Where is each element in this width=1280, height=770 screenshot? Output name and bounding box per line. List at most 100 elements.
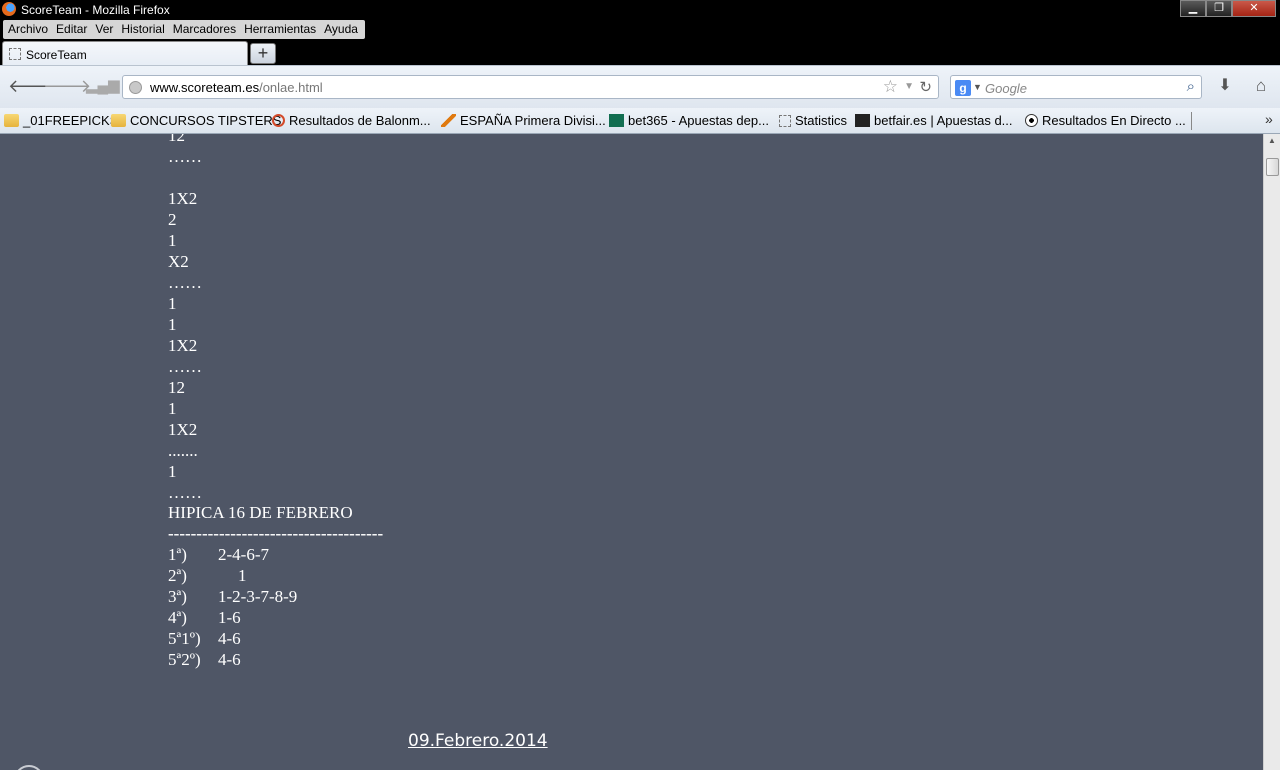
race-picks: 2-4-6-7 xyxy=(218,545,269,564)
text-line: 1 xyxy=(168,462,177,481)
date-link[interactable]: 09.Febrero.2014 xyxy=(408,731,548,751)
bookmark-label: betfair.es | Apuestas d... xyxy=(874,113,1013,128)
text-line: 1X2 xyxy=(168,336,198,355)
search-icon[interactable]: ⌕ xyxy=(1187,78,1195,95)
menu-herramientas[interactable]: Herramientas xyxy=(241,20,321,39)
race-label: 2ª) xyxy=(168,566,187,585)
bookmark-espana-primera[interactable]: ESPAÑA Primera Divisi... xyxy=(441,113,606,128)
text-line: 1 xyxy=(168,231,177,250)
downloads-icon[interactable]: ⬇ xyxy=(1215,76,1235,96)
bookmark-label: ESPAÑA Primera Divisi... xyxy=(460,113,606,128)
url-domain: www.scoreteam.es xyxy=(150,80,260,95)
window-controls: ▁ ❐ ✕ xyxy=(1180,0,1276,18)
race-picks: 4-6 xyxy=(218,629,241,648)
url-path: /onlae.html xyxy=(259,80,323,95)
search-input[interactable] xyxy=(985,79,1175,97)
menu-marcadores[interactable]: Marcadores xyxy=(170,20,241,39)
bookmark-resultados-balonmano[interactable]: Resultados de Balonm... xyxy=(272,113,431,128)
race-picks: 1-6 xyxy=(218,608,241,627)
home-icon[interactable]: ⌂ xyxy=(1251,76,1271,96)
site-icon xyxy=(441,114,456,127)
close-window-button[interactable]: ✕ xyxy=(1232,0,1276,17)
site-identity-icon[interactable] xyxy=(129,81,142,94)
engine-dropdown-icon[interactable]: ▼ xyxy=(973,82,982,92)
more-bookmarks-chevron-icon[interactable]: » xyxy=(1265,111,1273,127)
forward-arrow-icon[interactable]: 🡒 xyxy=(43,76,91,96)
menu-bar: Archivo Editar Ver Historial Marcadores … xyxy=(3,20,365,39)
menu-archivo[interactable]: Archivo xyxy=(5,20,53,39)
bookmark-concursos-tipsters[interactable]: CONCURSOS TIPSTERS xyxy=(111,113,281,128)
bookmark-label: CONCURSOS TIPSTERS xyxy=(130,113,282,128)
text-line: ....... xyxy=(168,441,198,460)
tab-scoreteam[interactable]: ScoreTeam xyxy=(2,41,248,66)
text-line: …… xyxy=(168,147,202,166)
bookmark-01freepicks[interactable]: _01FREEPICKS xyxy=(4,113,118,128)
reload-icon[interactable]: ↻ xyxy=(919,78,932,96)
menu-ayuda[interactable]: Ayuda xyxy=(321,20,363,39)
bookmark-resultados-directo[interactable]: Resultados En Directo ... xyxy=(1025,113,1186,128)
maximize-button[interactable]: ❐ xyxy=(1206,0,1232,17)
bookmark-label: Resultados En Directo ... xyxy=(1042,113,1186,128)
minimize-button[interactable]: ▁ xyxy=(1180,0,1206,17)
menu-ver[interactable]: Ver xyxy=(92,20,118,39)
hipica-title: HIPICA 16 DE FEBRERO xyxy=(168,503,353,522)
text-line: 1X2 xyxy=(168,420,198,439)
bet365-icon xyxy=(609,114,624,127)
tab-label: ScoreTeam xyxy=(26,48,87,62)
search-bar[interactable]: g ▼ ⌕ xyxy=(950,75,1202,99)
race-picks: 4-6 xyxy=(218,650,241,669)
firefox-logo-icon xyxy=(2,2,16,16)
race-label: 3ª) xyxy=(168,587,187,606)
blank-page-icon xyxy=(9,48,21,60)
bookmark-betfair[interactable]: betfair.es | Apuestas d... xyxy=(855,113,1013,128)
address-bar[interactable]: www.scoreteam.es/onlae.html ☆ ▼ ↻ xyxy=(122,75,939,99)
site-icon xyxy=(272,114,285,127)
race-label: 5ª1º) xyxy=(168,629,201,648)
menu-editar[interactable]: Editar xyxy=(53,20,92,39)
scrollbar-thumb[interactable] xyxy=(1266,158,1279,176)
menu-historial[interactable]: Historial xyxy=(118,20,169,39)
betfair-icon xyxy=(855,114,870,127)
text-line: 12 xyxy=(168,378,185,397)
window-title: ScoreTeam - Mozilla Firefox xyxy=(21,3,170,17)
bookmark-statistics[interactable]: Statistics xyxy=(779,113,847,128)
text-line: 1 xyxy=(168,294,177,313)
text-line: 12 xyxy=(168,134,185,145)
url-text[interactable]: www.scoreteam.es/onlae.html xyxy=(150,80,323,95)
race-picks: 1-2-3-7-8-9 xyxy=(218,587,298,606)
bookmark-label: _01FREEPICKS xyxy=(23,113,119,128)
race-picks: 1 xyxy=(238,566,247,585)
back-arrow-icon[interactable]: 🡐 xyxy=(8,76,56,96)
bookmark-label: bet365 - Apuestas dep... xyxy=(628,113,769,128)
text-line: X2 xyxy=(168,252,189,271)
circle-widget-icon xyxy=(14,765,44,770)
folder-icon xyxy=(111,114,126,127)
race-label: 5ª2º) xyxy=(168,650,201,669)
bookmark-bet365[interactable]: bet365 - Apuestas dep... xyxy=(609,113,769,128)
scroll-up-arrow-icon[interactable]: ▲ xyxy=(1268,136,1276,145)
window-title-bar: ScoreTeam - Mozilla Firefox ▁ ❐ ✕ xyxy=(0,0,1280,20)
text-line: …… xyxy=(168,357,202,376)
race-label: 4ª) xyxy=(168,608,187,627)
vertical-scrollbar[interactable]: ▲ xyxy=(1263,134,1280,770)
soccer-ball-icon xyxy=(1025,114,1038,127)
bookmark-label: Resultados de Balonm... xyxy=(289,113,431,128)
new-tab-button[interactable]: + xyxy=(250,43,276,64)
text-line: 2 xyxy=(168,210,177,229)
bookmarks-separator xyxy=(1191,112,1192,130)
blank-page-icon xyxy=(779,115,791,127)
google-engine-icon[interactable]: g xyxy=(955,80,971,96)
bookmarks-toolbar: _01FREEPICKS CONCURSOS TIPSTERS Resultad… xyxy=(0,108,1280,134)
text-line: 1 xyxy=(168,315,177,334)
navigation-toolbar: 🡐 🡒 ▂▄▆ www.scoreteam.es/onlae.html ☆ ▼ … xyxy=(0,65,1280,108)
text-line: …… xyxy=(168,273,202,292)
text-line: 1X2 xyxy=(168,189,198,208)
signal-bars-icon[interactable]: ▂▄▆ xyxy=(86,76,120,96)
bookmark-star-icon[interactable]: ☆ xyxy=(883,77,898,97)
text-line: …… xyxy=(168,483,202,502)
race-label: 1ª) xyxy=(168,545,187,564)
divider-line: -------------------------------------- xyxy=(168,524,384,543)
bookmark-label: Statistics xyxy=(795,113,848,128)
history-dropdown-icon[interactable]: ▼ xyxy=(904,81,914,92)
folder-icon xyxy=(4,114,19,127)
